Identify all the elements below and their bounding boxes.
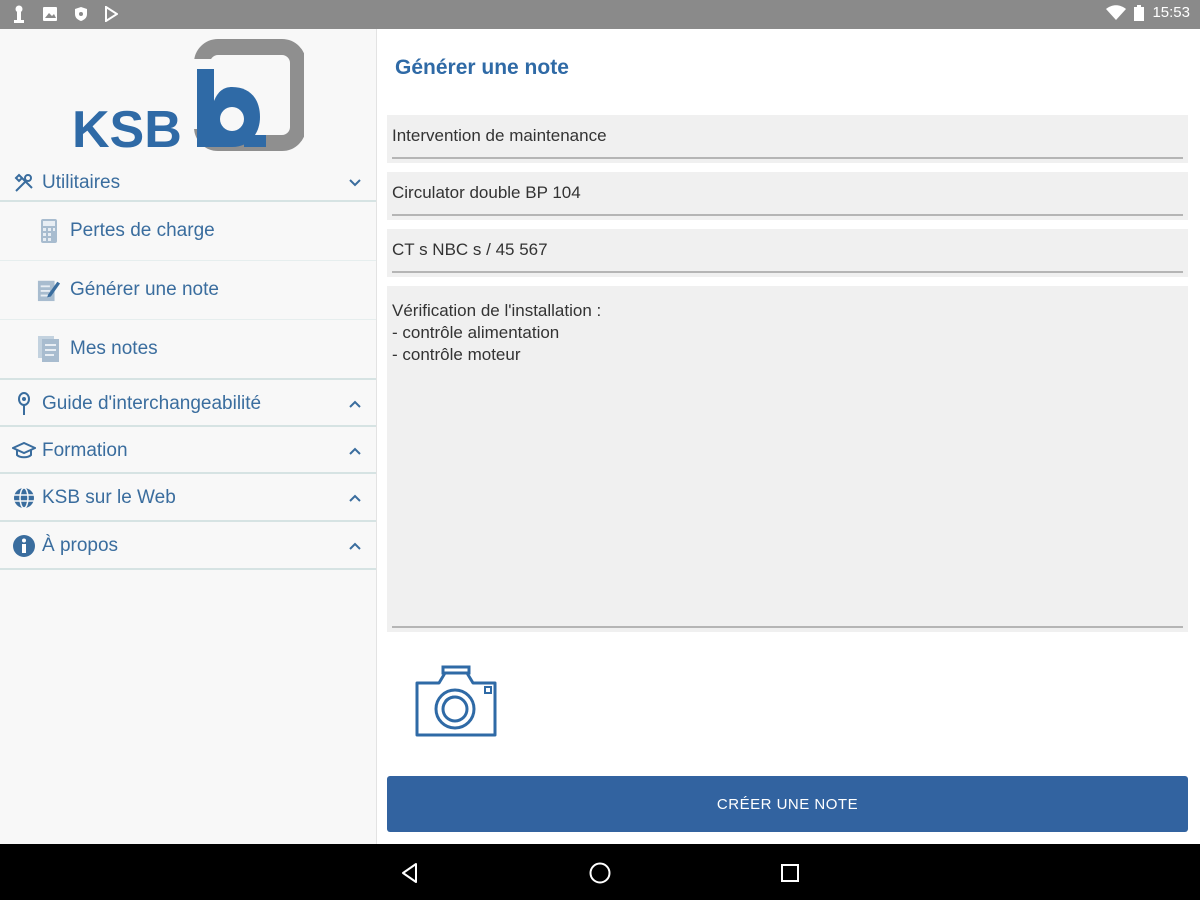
create-note-button[interactable]: CRÉER UNE NOTE xyxy=(387,776,1188,832)
battery-icon xyxy=(1134,4,1145,21)
equipment-input[interactable] xyxy=(387,172,1188,220)
clock-time: 15:53 xyxy=(1152,4,1190,21)
chevron-up-icon xyxy=(349,447,361,455)
sidebar-section-a-propos[interactable]: À propos xyxy=(0,523,376,569)
input-underline xyxy=(392,626,1183,628)
image-icon xyxy=(43,7,57,21)
notes-icon xyxy=(37,336,61,362)
sidebar-section-label: Guide d'interchangeabilité xyxy=(42,393,262,414)
field-reference[interactable] xyxy=(387,229,1188,277)
home-icon[interactable] xyxy=(588,861,612,885)
globe-icon xyxy=(12,486,36,510)
main-content: Générer une note CRÉER UNE NOTE xyxy=(377,29,1200,844)
sidebar-item-generer-une-note[interactable]: Générer une note xyxy=(0,261,376,319)
sidebar-section-label: Formation xyxy=(42,440,128,461)
tools-icon xyxy=(12,171,36,195)
sidebar-section-utilitaires[interactable]: Utilitaires xyxy=(0,165,376,201)
divider xyxy=(0,472,376,474)
shield-icon xyxy=(75,7,87,21)
sidebar-item-pertes-de-charge[interactable]: Pertes de charge xyxy=(0,202,376,260)
ksb-logo: KSB xyxy=(72,39,304,157)
input-underline xyxy=(392,214,1183,216)
field-intervention[interactable] xyxy=(387,115,1188,163)
divider xyxy=(0,425,376,427)
wifi-icon xyxy=(1106,4,1127,20)
field-equipment[interactable] xyxy=(387,172,1188,220)
reference-input[interactable] xyxy=(387,229,1188,277)
play-store-icon xyxy=(105,6,118,22)
camera-icon[interactable] xyxy=(413,665,499,739)
chevron-up-icon xyxy=(349,494,361,502)
sidebar-section-guide[interactable]: Guide d'interchangeabilité xyxy=(0,381,376,427)
back-icon[interactable] xyxy=(398,861,422,885)
notification-icon xyxy=(14,5,24,23)
chevron-up-icon xyxy=(349,400,361,408)
edit-note-icon xyxy=(37,278,61,302)
sidebar-section-label: À propos xyxy=(42,535,119,556)
chevron-down-icon xyxy=(349,179,361,187)
input-underline xyxy=(392,271,1183,273)
sidebar-item-label: Générer une note xyxy=(70,279,219,300)
info-icon xyxy=(12,534,36,558)
navigation-drawer: KSB Utilitaires Pertes de charge Générer… xyxy=(0,29,377,844)
graduation-cap-icon xyxy=(12,439,36,463)
svg-text:KSB: KSB xyxy=(72,101,182,157)
field-notes[interactable] xyxy=(387,286,1188,632)
notes-textarea[interactable] xyxy=(387,286,1188,616)
intervention-input[interactable] xyxy=(387,115,1188,163)
page-title: Générer une note xyxy=(395,56,569,79)
sidebar-section-ksb-web[interactable]: KSB sur le Web xyxy=(0,475,376,521)
calculator-icon xyxy=(37,219,61,243)
sidebar-section-label: KSB sur le Web xyxy=(42,487,176,508)
system-navigation-bar xyxy=(0,844,1200,900)
sidebar-item-label: Mes notes xyxy=(70,338,158,359)
sidebar-section-formation[interactable]: Formation xyxy=(0,428,376,474)
divider xyxy=(0,568,376,570)
divider xyxy=(0,378,376,380)
sidebar-section-label: Utilitaires xyxy=(42,172,121,193)
divider xyxy=(0,520,376,522)
chevron-up-icon xyxy=(349,542,361,550)
status-bar: 15:53 xyxy=(0,0,1200,29)
sidebar-item-label: Pertes de charge xyxy=(70,220,215,241)
pin-icon xyxy=(12,392,36,416)
sidebar-item-mes-notes[interactable]: Mes notes xyxy=(0,320,376,378)
input-underline xyxy=(392,157,1183,159)
recents-icon[interactable] xyxy=(778,861,802,885)
